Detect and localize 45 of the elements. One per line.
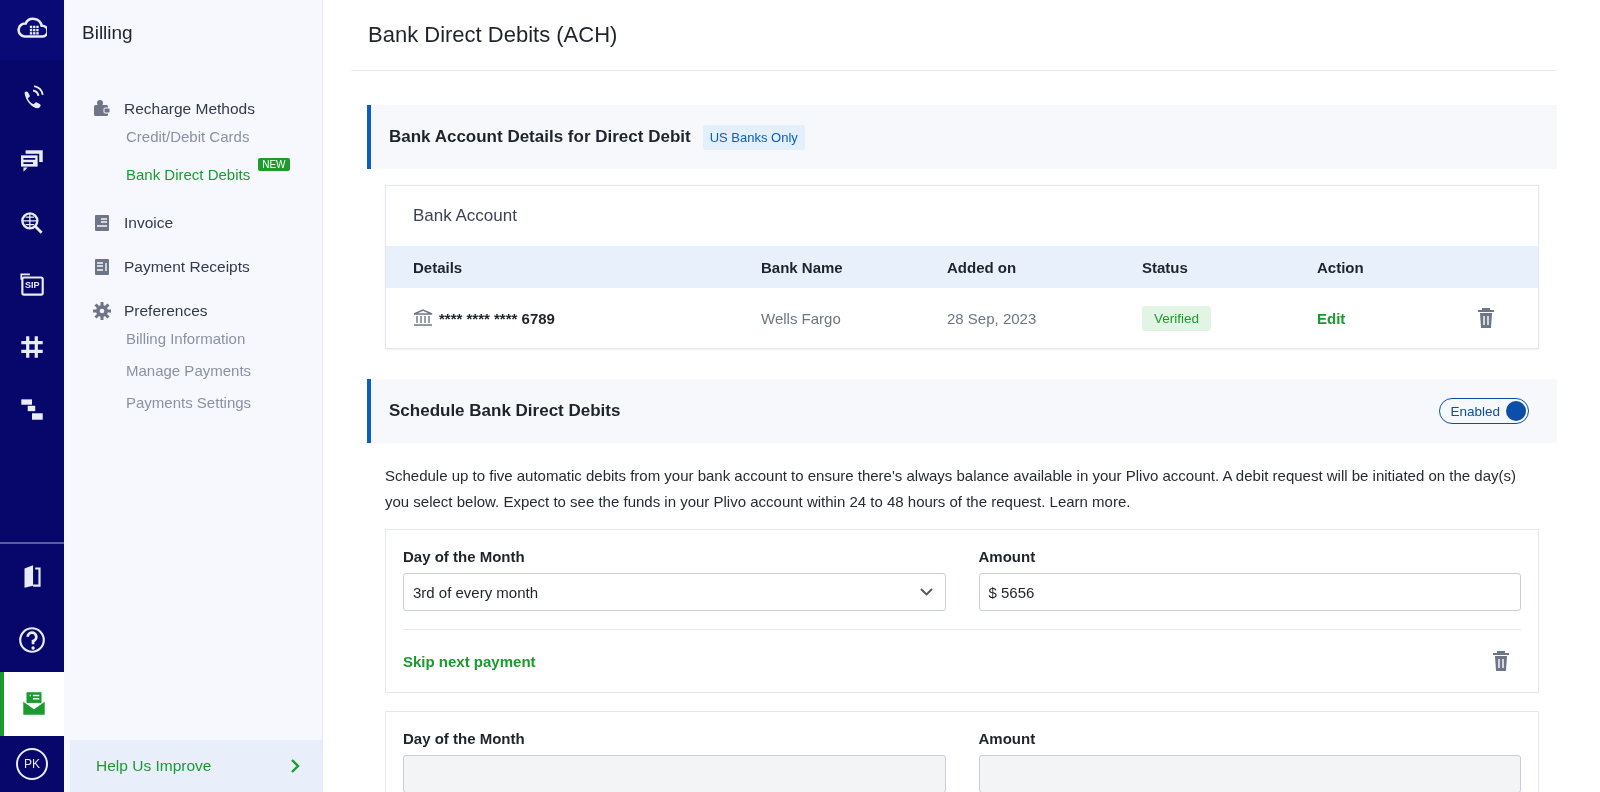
section-title: Schedule Bank Direct Debits (389, 401, 622, 421)
field-label: Amount (978, 730, 1037, 747)
delete-icon[interactable] (1493, 651, 1509, 671)
column-header: Status (1142, 258, 1189, 276)
chevron-down-icon (919, 588, 933, 596)
receipt-icon (92, 257, 112, 277)
skip-payment-link[interactable]: Skip next payment (403, 652, 536, 670)
column-header: Details (413, 258, 464, 276)
field-label: Amount (978, 548, 1037, 565)
day-dropdown[interactable]: 3rd of every month (403, 573, 946, 611)
sidebar-subitem[interactable]: Bank Direct Debits NEW (126, 158, 322, 190)
card-title: Bank Account (413, 206, 517, 226)
column-header: Bank Name (761, 258, 844, 276)
column-header: Added on (947, 258, 1018, 276)
info-tag: US Banks Only (702, 124, 805, 150)
section-title: Bank Account Details for Direct Debit (389, 127, 691, 147)
sidebar-item[interactable]: Recharge Methods (92, 96, 322, 122)
sidebar-item[interactable]: Payment Receipts (92, 254, 322, 280)
edit-link[interactable]: Edit (1317, 309, 1346, 327)
status-badge: Verified (1142, 305, 1212, 331)
rail-item[interactable]: SIP (0, 254, 64, 316)
amount-field[interactable] (978, 755, 1521, 792)
table-cell: **** **** **** 6789 (439, 309, 555, 327)
sidebar-item[interactable]: Preferences (92, 298, 322, 324)
amount-field[interactable]: $ 5656 (978, 573, 1521, 611)
invoice-icon (92, 213, 112, 233)
column-header: Action (1317, 258, 1365, 276)
icon-label: SIP (25, 280, 40, 290)
gear-icon (92, 301, 112, 321)
table-cell-text: 28 Sep, 2023 (947, 309, 1038, 327)
wallet-icon (92, 99, 112, 119)
sidebar-title: Billing (82, 22, 134, 44)
bank-icon (413, 309, 433, 327)
field-label: Day of the Month (403, 548, 526, 565)
chevron-right-icon (291, 759, 300, 773)
field-label: Day of the Month (403, 730, 526, 747)
new-badge: NEW (258, 158, 290, 171)
help-icon (17, 625, 47, 655)
table-cell-text: Wells Fargo (761, 309, 842, 327)
page-title: Bank Direct Debits (ACH) (351, 0, 1557, 71)
app-logo[interactable] (0, 0, 64, 60)
sidebar-item[interactable]: Invoice (92, 210, 322, 236)
user-avatar[interactable]: PK (16, 748, 48, 780)
description-text: Schedule up to five automatic debits from your bank account to ensure there's always balance available in your Plivo account. A debit request will be initiated on the day(s) you select below. Expect to see the funds in your Plivo account within 24 to 48 hours of the request. Learn more. (385, 466, 1517, 512)
delete-icon[interactable] (1478, 308, 1494, 328)
